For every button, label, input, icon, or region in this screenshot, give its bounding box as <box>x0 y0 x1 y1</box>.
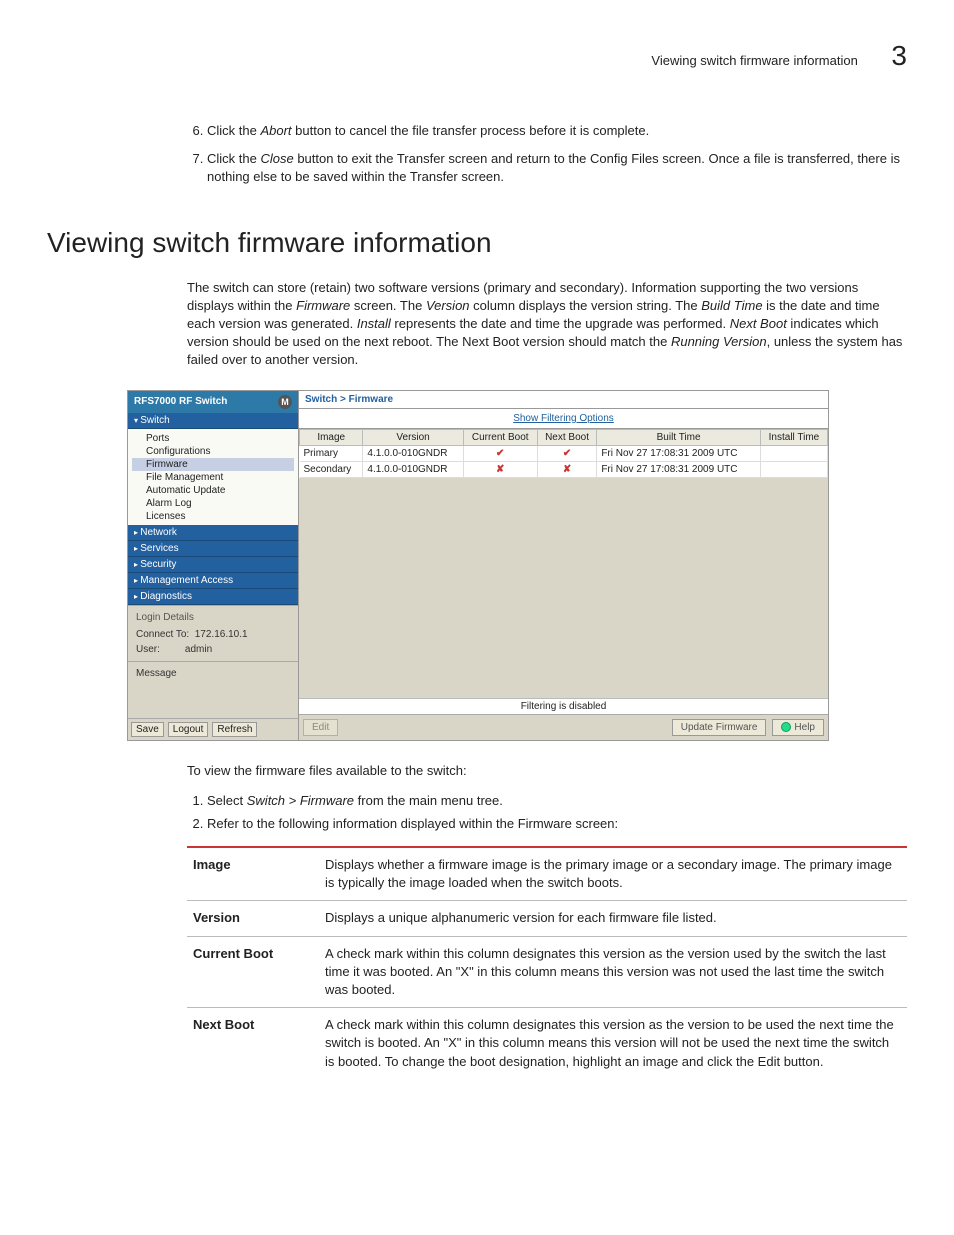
refresh-button[interactable]: Refresh <box>212 722 257 737</box>
nav-section[interactable]: Diagnostics <box>128 589 298 605</box>
def-term: Next Boot <box>187 1008 319 1079</box>
product-banner: RFS7000 RF Switch M <box>128 391 298 413</box>
breadcrumb: Switch > Firmware <box>299 391 828 409</box>
logo-icon: M <box>278 395 292 409</box>
tree-item[interactable]: Configurations <box>132 445 294 458</box>
def-row: Current Boot A check mark within this co… <box>187 936 907 1008</box>
post-steps-list: Select Switch > Firmware from the main m… <box>207 793 907 831</box>
def-term: Current Boot <box>187 936 319 1008</box>
def-desc: A check mark within this column designat… <box>319 1008 907 1079</box>
filter-status: Filtering is disabled <box>299 698 828 714</box>
tree-item[interactable]: File Management <box>132 471 294 484</box>
nav-section[interactable]: Network <box>128 525 298 541</box>
step-6: Click the Abort button to cancel the fil… <box>207 122 907 140</box>
table-row[interactable]: Primary 4.1.0.0-010GNDR ✔ ✔ Fri Nov 27 1… <box>300 445 828 461</box>
col-version[interactable]: Version <box>363 429 463 445</box>
check-icon: ✔ <box>496 448 504 459</box>
x-icon: ✘ <box>563 464 571 475</box>
nav-panel: Switch Ports Configurations Firmware Fil… <box>128 413 298 605</box>
post-step-2: Refer to the following information displ… <box>207 816 907 831</box>
col-current-boot[interactable]: Current Boot <box>463 429 537 445</box>
col-image[interactable]: Image <box>300 429 363 445</box>
x-icon: ✘ <box>496 464 504 475</box>
help-icon <box>781 722 791 732</box>
app-screenshot: RFS7000 RF Switch M Switch Ports Configu… <box>127 390 829 741</box>
pre-steps-list: Click the Abort button to cancel the fil… <box>207 122 907 187</box>
nav-section[interactable]: Management Access <box>128 573 298 589</box>
table-row[interactable]: Secondary 4.1.0.0-010GNDR ✘ ✘ Fri Nov 27… <box>300 461 828 477</box>
running-header: Viewing switch firmware information 3 <box>47 40 907 72</box>
tree-item-selected[interactable]: Firmware <box>132 458 294 471</box>
update-firmware-button[interactable]: Update Firmware <box>672 719 767 736</box>
tree-item[interactable]: Automatic Update <box>132 484 294 497</box>
edit-button[interactable]: Edit <box>303 719 338 736</box>
chapter-number: 3 <box>891 40 907 72</box>
nav-section[interactable]: Security <box>128 557 298 573</box>
check-icon: ✔ <box>563 448 571 459</box>
save-button[interactable]: Save <box>131 722 164 737</box>
post-step-1: Select Switch > Firmware from the main m… <box>207 793 907 808</box>
section-heading: Viewing switch firmware information <box>47 227 907 259</box>
definitions-table: Image Displays whether a firmware image … <box>187 846 907 1079</box>
def-desc: Displays a unique alphanumeric version f… <box>319 901 907 936</box>
col-built-time[interactable]: Built Time <box>597 429 761 445</box>
nav-section[interactable]: Services <box>128 541 298 557</box>
col-install-time[interactable]: Install Time <box>760 429 827 445</box>
nav-tree: Ports Configurations Firmware File Manag… <box>128 429 298 525</box>
tree-item[interactable]: Alarm Log <box>132 497 294 510</box>
col-next-boot[interactable]: Next Boot <box>537 429 597 445</box>
def-row: Next Boot A check mark within this colum… <box>187 1008 907 1079</box>
nav-section-switch[interactable]: Switch <box>128 413 298 429</box>
intro-paragraph: The switch can store (retain) two softwa… <box>187 279 907 370</box>
def-row: Version Displays a unique alphanumeric v… <box>187 901 907 936</box>
post-intro: To view the firmware files available to … <box>187 761 907 781</box>
step-7: Click the Close button to exit the Trans… <box>207 150 907 186</box>
message-box: Message <box>128 661 298 718</box>
def-row: Image Displays whether a firmware image … <box>187 847 907 901</box>
running-title: Viewing switch firmware information <box>651 53 857 68</box>
def-term: Version <box>187 901 319 936</box>
logout-button[interactable]: Logout <box>168 722 209 737</box>
login-details: Login Details Connect To: 172.16.10.1 Us… <box>128 605 298 661</box>
show-filtering-link[interactable]: Show Filtering Options <box>299 409 828 429</box>
tree-item[interactable]: Licenses <box>132 510 294 523</box>
def-term: Image <box>187 847 319 901</box>
def-desc: Displays whether a firmware image is the… <box>319 847 907 901</box>
def-desc: A check mark within this column designat… <box>319 936 907 1008</box>
tree-item[interactable]: Ports <box>132 432 294 445</box>
firmware-table: Image Version Current Boot Next Boot Bui… <box>299 429 828 478</box>
help-button[interactable]: Help <box>772 719 824 736</box>
